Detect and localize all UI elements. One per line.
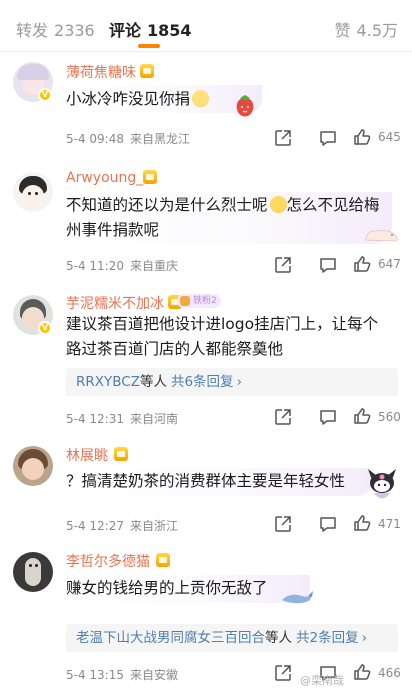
reply-count-link[interactable]: 共6条回复	[171, 374, 234, 390]
like-icon[interactable]	[352, 127, 372, 147]
replies-summary[interactable]: 老温下山大战男同腐女三百回合等人 共2条回复 ›	[66, 624, 398, 652]
comment-text: 小冰冷咋没见你捐	[66, 87, 388, 112]
reply-connector: 等人	[265, 630, 292, 646]
share-icon[interactable]	[273, 128, 293, 148]
kuromi-sticker-icon	[368, 469, 396, 499]
like-count: 647	[378, 257, 401, 271]
username[interactable]: 李哲尔多德猫	[66, 551, 150, 571]
verified-badge-icon: V	[38, 321, 52, 335]
tab-forward[interactable]: 转发 2336	[16, 17, 95, 41]
comment-date: 5-4 09:48	[66, 132, 124, 146]
cat-sticker-icon	[365, 230, 398, 242]
crown-badge-icon	[143, 170, 157, 184]
comment-date: 5-4 12:31	[66, 412, 124, 426]
share-icon[interactable]	[273, 514, 293, 534]
like-count: 471	[378, 517, 401, 531]
comment-icon[interactable]	[318, 514, 338, 534]
tab-like-count: 4.5万	[356, 21, 398, 40]
awkward-emoji-icon	[269, 196, 287, 213]
verified-badge-icon: V	[38, 88, 52, 102]
like-count: 645	[378, 130, 401, 144]
tab-like-label: 赞	[334, 21, 351, 40]
comment-meta: 5-4 09:48 来自黑龙江	[66, 130, 190, 147]
whale-sticker-icon	[282, 591, 313, 604]
comment-meta: 5-4 11:20 来自重庆	[66, 257, 178, 274]
crown-badge-icon	[114, 447, 128, 461]
share-icon[interactable]	[273, 407, 293, 427]
comment-text: 赚女的钱给男的上贡你无敌了	[66, 579, 268, 597]
replies-summary[interactable]: RRXYBCZ等人 共6条回复 ›	[66, 368, 398, 396]
tab-comment-count: 1854	[147, 21, 192, 40]
watermark: @栾南哉	[300, 674, 344, 687]
like-icon[interactable]	[352, 513, 372, 533]
comment-location: 来自安徽	[130, 668, 179, 682]
comment-date: 5-4 11:20	[66, 259, 124, 273]
username[interactable]: 林展眺	[66, 445, 108, 465]
avatar[interactable]	[13, 552, 53, 592]
username[interactable]: 芋泥糯米不加冰	[66, 293, 164, 313]
comment-location: 来自重庆	[130, 259, 179, 273]
comment-item: 李哲尔多德猫 赚女的钱给男的上贡你无敌了 老温下山大战男同腐女三百回合等人 共2条…	[0, 542, 412, 698]
like-icon[interactable]	[352, 662, 372, 682]
tab-like[interactable]: 赞 4.5万	[335, 17, 398, 41]
comment-meta: 5-4 13:15 来自安徽	[66, 666, 178, 683]
username[interactable]: 薄荷焦糖味	[66, 62, 136, 82]
comment-date: 5-4 12:27	[66, 519, 124, 533]
username[interactable]: Arwyoung_	[66, 170, 143, 186]
crown-badge-icon	[156, 553, 170, 567]
comment-text-content: 小冰冷咋没见你捐	[66, 90, 191, 108]
comment-icon[interactable]	[318, 407, 338, 427]
comment-item: V 薄荷焦糖味 小冰冷咋没见你捐 5-4 09:48 来自黑龙江 645	[0, 52, 412, 162]
share-icon[interactable]	[273, 255, 293, 275]
like-count: 466	[378, 666, 401, 680]
like-count: 560	[378, 410, 401, 424]
comment-date: 5-4 13:15	[66, 668, 124, 682]
comment-text: 不知道的还以为是什么烈士呢 怎么不见给梅州事件捐款呢	[66, 193, 388, 243]
like-icon[interactable]	[352, 254, 372, 274]
tab-forward-label: 转发	[16, 21, 49, 40]
strawberry-sticker-icon	[236, 95, 254, 117]
comment-meta: 5-4 12:31 来自河南	[66, 410, 178, 427]
fan-level-badge: 铁粉2	[177, 294, 221, 308]
comment-item: V 芋泥糯米不加冰 铁粉2 建议茶百道把他设计进logo挂店门上，让每个路过茶百…	[0, 290, 412, 438]
comment-location: 来自浙江	[130, 519, 179, 533]
tab-comment[interactable]: 评论 1854	[109, 17, 192, 41]
comment-text-part1: 不知道的还以为是什么烈士呢	[66, 196, 268, 214]
comment-text: ？搞清楚奶茶的消费群体主要是年轻女性	[66, 472, 346, 490]
share-icon[interactable]	[273, 663, 293, 683]
avatar[interactable]	[13, 446, 53, 486]
comment-item: Arwyoung_ 不知道的还以为是什么烈士呢 怎么不见给梅州事件捐款呢 5-4 …	[0, 162, 412, 290]
reply-connector: 等人	[139, 374, 167, 390]
crying-emoji-icon	[192, 90, 210, 107]
comment-icon[interactable]	[318, 128, 338, 148]
tab-bar: 转发 2336 评论 1854 赞 4.5万	[0, 0, 412, 52]
active-tab-indicator	[138, 44, 160, 48]
comment-location: 来自黑龙江	[130, 132, 191, 146]
comment-text: 建议茶百道把他设计进logo挂店门上，让每个路过茶百道门店的人都能祭奠他	[66, 315, 379, 358]
comment-item: 林展眺 ？搞清楚奶茶的消费群体主要是年轻女性 5-4 12:27 来自浙江 471	[0, 438, 412, 542]
comment-location: 来自河南	[130, 412, 179, 426]
reply-user-names[interactable]: 老温下山大战男同腐女三百回合	[76, 630, 265, 646]
reply-user-names[interactable]: RRXYBCZ	[76, 374, 140, 390]
crown-badge-icon	[140, 64, 154, 78]
tab-forward-count: 2336	[54, 21, 95, 40]
comment-meta: 5-4 12:27 来自浙江	[66, 517, 178, 534]
like-icon[interactable]	[352, 406, 372, 426]
chevron-right-icon: ›	[361, 630, 367, 646]
avatar[interactable]	[13, 172, 53, 212]
comment-icon[interactable]	[318, 255, 338, 275]
reply-count-link[interactable]: 共2条回复	[296, 630, 359, 646]
chevron-right-icon: ›	[236, 374, 242, 390]
tab-comment-label: 评论	[109, 21, 142, 40]
